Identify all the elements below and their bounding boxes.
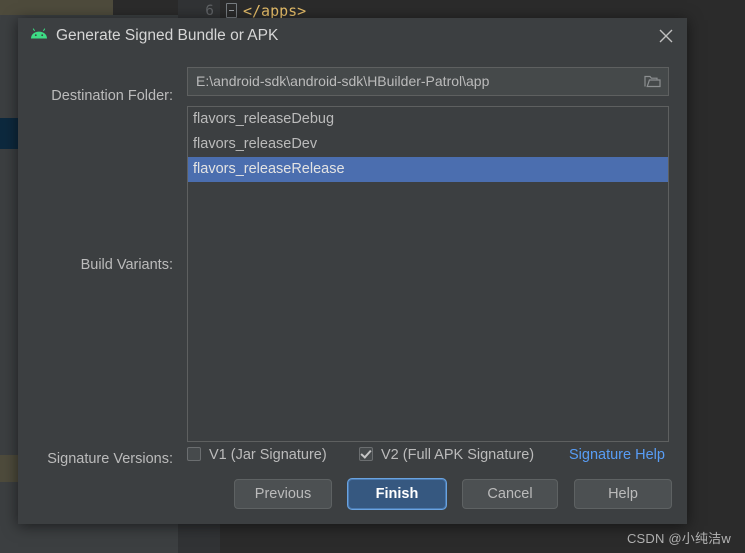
v1-checkbox-label[interactable]: V1 (Jar Signature) — [209, 443, 327, 467]
destination-folder-value: E:\android-sdk\android-sdk\HBuilder-Patr… — [196, 73, 490, 89]
code-fold-marker-icon[interactable] — [226, 3, 237, 18]
generate-signed-bundle-dialog: Generate Signed Bundle or APK Destinatio… — [18, 18, 687, 524]
list-item[interactable]: flavors_releaseDev — [188, 132, 668, 157]
destination-folder-label: Destination Folder: — [51, 88, 173, 104]
watermark-text: CSDN @小纯洁w — [626, 531, 731, 546]
build-variants-label: Build Variants: — [80, 257, 173, 273]
previous-button[interactable]: Previous — [234, 479, 332, 509]
signature-help-link[interactable]: Signature Help — [569, 443, 665, 467]
v2-checkbox-label[interactable]: V2 (Full APK Signature) — [381, 443, 534, 467]
v2-checkbox[interactable] — [359, 447, 373, 461]
folder-icon[interactable] — [644, 74, 661, 88]
help-button[interactable]: Help — [574, 479, 672, 509]
dialog-titlebar: Generate Signed Bundle or APK — [18, 18, 687, 54]
list-item[interactable]: flavors_releaseDebug — [188, 107, 668, 132]
tool-window-header — [0, 0, 113, 15]
build-variants-list[interactable]: flavors_releaseDebug flavors_releaseDev … — [187, 106, 669, 442]
list-item[interactable]: flavors_releaseRelease — [188, 157, 668, 182]
close-icon[interactable] — [655, 25, 677, 47]
destination-folder-input[interactable]: E:\android-sdk\android-sdk\HBuilder-Patr… — [187, 67, 669, 96]
signature-versions-label: Signature Versions: — [47, 451, 173, 467]
finish-button[interactable]: Finish — [348, 479, 446, 509]
dialog-title: Generate Signed Bundle or APK — [56, 27, 279, 44]
android-icon — [30, 28, 48, 44]
v1-checkbox[interactable] — [187, 447, 201, 461]
cancel-button[interactable]: Cancel — [462, 479, 558, 509]
